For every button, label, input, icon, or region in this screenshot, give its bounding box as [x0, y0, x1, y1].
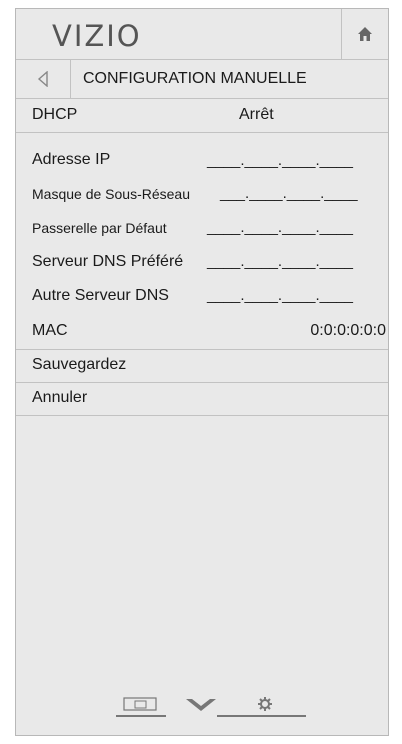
subnet-mask-label: Masque de Sous-Réseau [32, 186, 190, 202]
settings-panel: VIZIO CONFIGURATION MANUELLE DHCP Arrêt … [15, 8, 389, 736]
save-button[interactable]: Sauvegardez [16, 350, 388, 383]
back-button[interactable] [16, 60, 71, 98]
picture-mode-icon[interactable] [116, 697, 166, 717]
save-label: Sauvegardez [32, 356, 127, 373]
mac-label: MAC [32, 322, 68, 339]
cancel-label: Annuler [32, 389, 88, 406]
subnet-mask-field[interactable]: ___.____.____.____ [220, 185, 358, 202]
default-gateway-row[interactable]: Passerelle par Défaut ____.____.____.___… [16, 213, 388, 245]
page-title: CONFIGURATION MANUELLE [83, 70, 307, 87]
dhcp-row[interactable]: DHCP Arrêt [16, 99, 388, 133]
title-bar: CONFIGURATION MANUELLE [16, 60, 388, 99]
home-button[interactable] [341, 9, 388, 59]
ip-address-label: Adresse IP [32, 151, 111, 168]
home-icon [358, 27, 372, 41]
ip-address-row[interactable]: Adresse IP ____.____.____.____ [16, 146, 388, 178]
default-gateway-label: Passerelle par Défaut [32, 220, 167, 236]
preferred-dns-label: Serveur DNS Préféré [32, 253, 184, 270]
back-triangle-icon [37, 71, 48, 87]
header: VIZIO [16, 9, 388, 60]
alternate-dns-field[interactable]: ____.____.____.____ [207, 287, 353, 304]
dhcp-value: Arrêt [239, 106, 274, 123]
alternate-dns-row[interactable]: Autre Serveur DNS ____.____.____.____ [16, 281, 388, 313]
default-gateway-field[interactable]: ____.____.____.____ [207, 219, 353, 236]
cancel-button[interactable]: Annuler [16, 383, 388, 416]
vizio-v-icon[interactable] [186, 699, 306, 717]
mac-row: MAC 0:0:0:0:0:0 [16, 315, 388, 350]
settings-gear-icon[interactable] [258, 697, 272, 711]
ip-address-field[interactable]: ____.____.____.____ [207, 152, 353, 169]
alternate-dns-label: Autre Serveur DNS [32, 287, 169, 304]
vizio-logo: VIZIO [52, 19, 142, 53]
preferred-dns-row[interactable]: Serveur DNS Préféré ____.____.____.____ [16, 247, 388, 279]
dhcp-label: DHCP [32, 106, 78, 123]
preferred-dns-field[interactable]: ____.____.____.____ [207, 253, 353, 270]
footer-nav [16, 675, 388, 735]
subnet-mask-row[interactable]: Masque de Sous-Réseau ___.____.____.____ [16, 179, 388, 211]
mac-value: 0:0:0:0:0:0 [310, 322, 386, 339]
